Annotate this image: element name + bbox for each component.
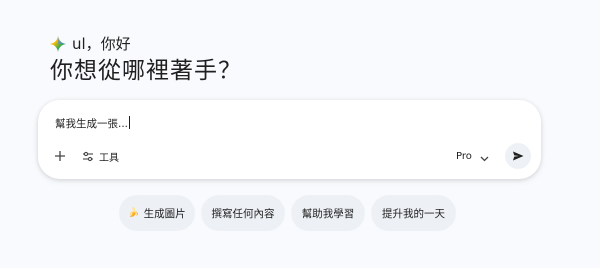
- prompt-input[interactable]: 幫我生成一張...: [55, 116, 131, 132]
- suggestion-chip-write-anything[interactable]: 撰寫任何內容: [201, 195, 285, 231]
- tools-button[interactable]: 工具: [82, 147, 119, 165]
- greeting: ul，你好: [50, 34, 131, 54]
- tools-label: 工具: [99, 152, 119, 164]
- send-icon: [512, 147, 524, 166]
- suggestion-chip-generate-image[interactable]: 🍌 生成圖片: [119, 195, 195, 231]
- chevron-down-icon: [480, 147, 489, 166]
- chip-label: 生成圖片: [143, 207, 186, 220]
- chip-label: 提升我的一天: [382, 207, 445, 220]
- add-attachment-button[interactable]: [51, 147, 69, 165]
- chip-label: 撰寫任何內容: [211, 207, 275, 220]
- banana-icon: 🍌: [128, 208, 140, 218]
- gemini-spark-icon: [50, 36, 66, 52]
- gemini-home: ul，你好 你想從哪裡著手？ 幫我生成一張... 工具 Pro 🍌 生成圖片 撰…: [0, 0, 600, 268]
- suggestion-chip-boost-my-day[interactable]: 提升我的一天: [371, 195, 456, 231]
- greeting-text: ul，你好: [72, 35, 131, 53]
- text-caret: [129, 116, 131, 129]
- model-selector[interactable]: Pro: [456, 147, 489, 165]
- chip-label: 幫助我學習: [301, 207, 355, 220]
- prompt-input-text: 幫我生成一張...: [55, 118, 129, 130]
- prompt-composer[interactable]: 幫我生成一張... 工具 Pro: [38, 100, 541, 179]
- page-title: 你想從哪裡著手？: [50, 58, 242, 84]
- plus-icon: [54, 147, 66, 166]
- tune-icon: [82, 147, 94, 166]
- send-button[interactable]: [505, 143, 531, 169]
- model-label: Pro: [456, 150, 472, 162]
- suggestion-chip-help-me-learn[interactable]: 幫助我學習: [291, 195, 365, 231]
